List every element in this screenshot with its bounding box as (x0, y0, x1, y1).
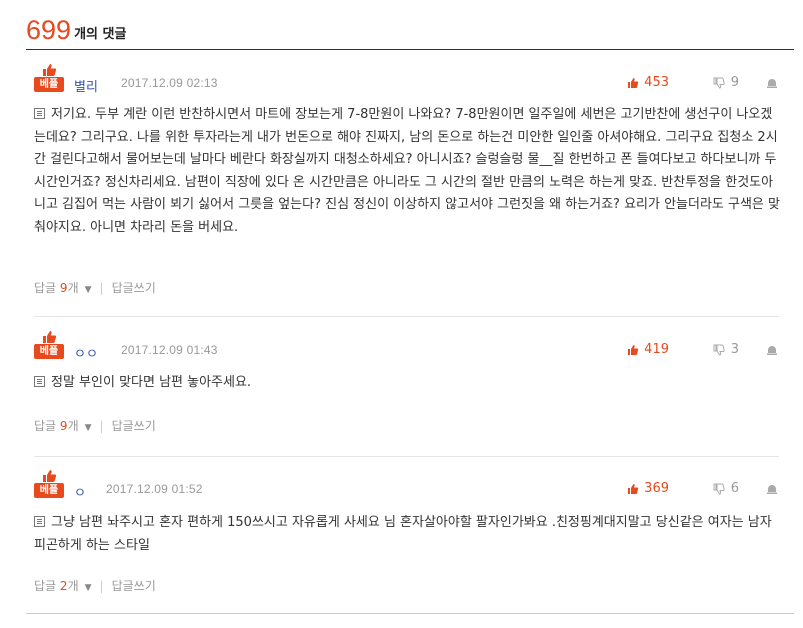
best-comment-badge: 베플 (34, 330, 64, 360)
dislike-button[interactable]: 3 (713, 342, 739, 357)
reply-count: 2 (59, 579, 68, 593)
reply-count: 9 (59, 419, 68, 433)
comment-date: 2017.12.09 02:13 (121, 76, 218, 90)
like-count: 419 (644, 342, 669, 357)
like-button[interactable]: 369 (627, 481, 669, 496)
best-tag: 베플 (34, 344, 64, 359)
comment-meta: 베플 ㅇ 2017.12.09 01:52 369 6 (34, 469, 779, 501)
document-icon (34, 108, 45, 119)
header-divider (26, 49, 794, 50)
write-reply-link[interactable]: 답글쓰기 (112, 577, 156, 594)
dislike-button[interactable]: 9 (713, 75, 739, 90)
comment-author[interactable]: ㅇㅇ (74, 343, 98, 362)
write-reply-link[interactable]: 답글쓰기 (112, 279, 156, 296)
thumbs-up-icon (628, 77, 639, 88)
reply-row: 답글 9개 ▼ | 답글쓰기 (34, 417, 156, 434)
comment-meta: 베플 ㅇㅇ 2017.12.09 01:43 419 3 (34, 330, 779, 362)
write-reply-link[interactable]: 답글쓰기 (112, 417, 156, 434)
like-button[interactable]: 419 (627, 342, 669, 357)
report-icon[interactable] (765, 75, 779, 89)
thumbs-down-icon (713, 77, 725, 89)
dislike-count: 3 (730, 342, 739, 357)
dislike-count: 6 (730, 481, 739, 496)
document-icon (34, 376, 45, 387)
comment-text: 정말 부인이 맞다면 남편 놓아주세요. (51, 375, 252, 390)
comment-count-suffix: 개의 댓글 (74, 27, 127, 42)
caret-down-icon: ▼ (84, 423, 92, 433)
thumbs-up-icon (43, 331, 57, 343)
comment-date: 2017.12.09 01:52 (106, 482, 203, 496)
reply-toggle[interactable]: 답글 9개 ▼ (34, 279, 92, 296)
reply-row: 답글 2개 ▼ | 답글쓰기 (34, 577, 156, 594)
comment-body: 그냥 남편 놔주시고 혼자 편하게 150쓰시고 자유롭게 사세요 님 혼자살아… (34, 512, 784, 557)
thumbs-up-icon (43, 64, 57, 76)
dislike-count: 9 (730, 75, 739, 90)
like-count: 453 (644, 75, 669, 90)
comment-divider (34, 316, 779, 317)
reply-row: 답글 9개 ▼ | 답글쓰기 (34, 279, 156, 296)
best-comment-badge: 베플 (34, 63, 64, 93)
like-count: 369 (644, 481, 669, 496)
separator: | (99, 280, 104, 295)
comment-meta: 베플 별리 2017.12.09 02:13 453 9 (34, 63, 779, 95)
comment-author[interactable]: 별리 (74, 76, 98, 95)
dislike-button[interactable]: 6 (713, 481, 739, 496)
thumbs-down-icon (713, 483, 725, 495)
reply-toggle[interactable]: 답글 9개 ▼ (34, 417, 92, 434)
reply-toggle[interactable]: 답글 2개 ▼ (34, 577, 92, 594)
thumbs-up-icon (628, 344, 639, 355)
best-tag: 베플 (34, 483, 64, 498)
thumbs-down-icon (713, 344, 725, 356)
comment-divider (34, 456, 779, 457)
comment-count: 699 (26, 15, 72, 45)
comment-text: 저기요. 두부 계란 이런 반찬하시면서 마트에 장보는게 7-8만원이 나와요… (34, 107, 780, 235)
separator: | (99, 418, 104, 433)
comment-date: 2017.12.09 01:43 (121, 343, 218, 357)
comment-author[interactable]: ㅇ (74, 482, 86, 501)
best-comment-badge: 베플 (34, 469, 64, 499)
like-button[interactable]: 453 (627, 75, 669, 90)
comment-body: 저기요. 두부 계란 이런 반찬하시면서 마트에 장보는게 7-8만원이 나와요… (34, 104, 784, 239)
separator: | (99, 578, 104, 593)
comment-text: 그냥 남편 놔주시고 혼자 편하게 150쓰시고 자유롭게 사세요 님 혼자살아… (34, 515, 772, 553)
comment-body: 정말 부인이 맞다면 남편 놓아주세요. (34, 372, 784, 395)
thumbs-up-icon (628, 483, 639, 494)
caret-down-icon: ▼ (84, 583, 92, 593)
report-icon[interactable] (765, 342, 779, 356)
document-icon (34, 516, 45, 527)
caret-down-icon: ▼ (84, 285, 92, 295)
comments-header: 699 개의 댓글 (26, 4, 126, 44)
report-icon[interactable] (765, 481, 779, 495)
list-bottom-divider (26, 613, 794, 614)
thumbs-up-icon (43, 470, 57, 482)
best-tag: 베플 (34, 77, 64, 92)
reply-count: 9 (59, 281, 68, 295)
